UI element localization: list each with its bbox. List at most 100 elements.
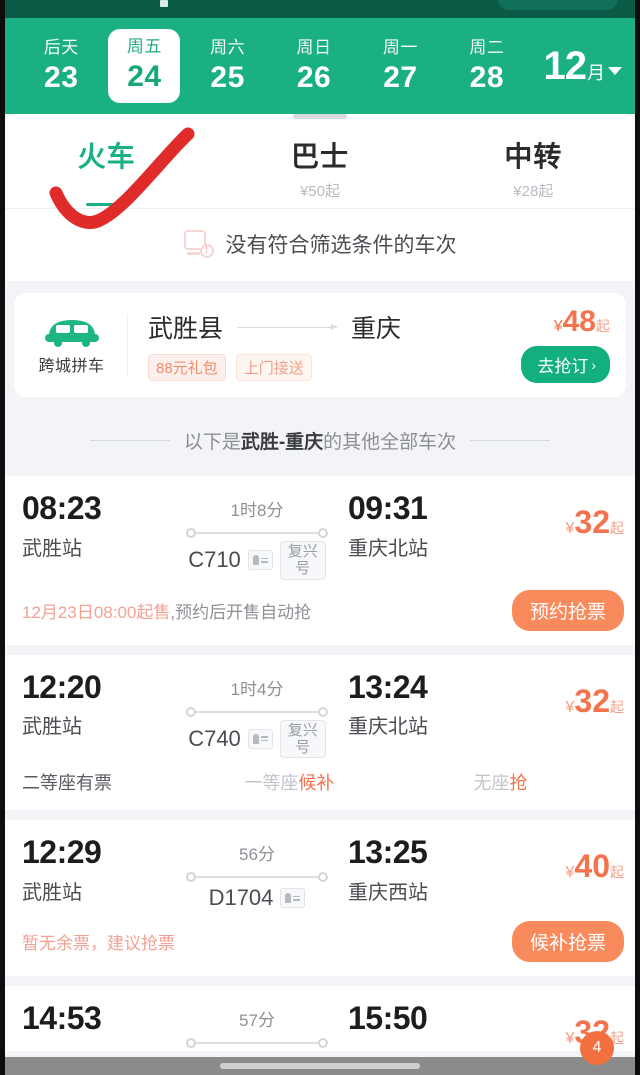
divider-prefix: 以下是 <box>183 432 241 453</box>
system-navigation-bar <box>0 1057 640 1075</box>
price-amount: 48 <box>562 305 596 338</box>
price-amount: 32 <box>574 682 610 719</box>
arrival-station: 重庆西站 <box>348 881 428 904</box>
fuxing-badge: 复兴号 <box>279 541 326 580</box>
train-list: 08:23 武胜站 1时8分 C710 复兴号 09:31 重庆北站 ¥32起 … <box>0 476 640 1051</box>
price-column: ¥40起 <box>492 836 625 882</box>
price-suffix: 起 <box>610 520 624 536</box>
carpool-section: 跨城拼车 武胜县 重庆 88元礼包 上门接送 ¥48起 去抢订 › <box>0 281 640 407</box>
carpool-type-label: 跨城拼车 <box>38 358 105 375</box>
train-row[interactable]: 12:29 武胜站 56分 D1704 13:25 重庆西站 ¥40起 暂无余票… <box>0 820 640 976</box>
date-dow: 周五 <box>126 37 162 56</box>
floating-badge[interactable]: 4 <box>580 1031 614 1065</box>
journey-info: 1时8分 C710 复兴号 <box>172 492 342 580</box>
seat-class-standing: 无座抢 <box>377 769 624 795</box>
train-row[interactable]: 08:23 武胜站 1时8分 C710 复兴号 09:31 重庆北站 ¥32起 … <box>0 476 640 645</box>
date-day: 24 <box>127 60 162 93</box>
date-selector-bar[interactable]: 后天 23 周五 24 周六 25 周日 26 周一 27 周二 28 12 月 <box>0 18 640 114</box>
tab-bus[interactable]: 巴士 ¥50起 <box>213 127 426 208</box>
arrival-station: 重庆北站 <box>348 716 428 739</box>
chevron-down-icon <box>608 66 623 75</box>
arrival-time: 15:50 <box>348 1000 428 1036</box>
route-line-icon <box>186 871 328 883</box>
departure-info: 14:53 <box>22 1000 172 1036</box>
sale-note-highlight: 暂无余票，建议抢票 <box>22 934 175 953</box>
month-number: 12 <box>543 43 587 88</box>
carpool-book-button[interactable]: 去抢订 › <box>521 346 610 383</box>
arrival-info: 15:50 <box>342 1000 492 1036</box>
content-sheet: 火车 巴士 ¥50起 中转 ¥28起 ! 没有符合筛选条件的车次 <box>0 114 640 281</box>
home-indicator[interactable] <box>220 1063 420 1069</box>
date-dow: 周六 <box>210 38 246 57</box>
departure-time: 14:53 <box>22 1000 102 1036</box>
date-dow: 周一 <box>382 38 418 57</box>
seat-icon <box>247 728 273 749</box>
train-row-footer: 暂无余票，建议抢票 候补抢票 <box>22 911 624 976</box>
waitlist-button[interactable]: 候补抢票 <box>511 921 624 962</box>
seat-class-name: 无座 <box>473 773 510 793</box>
row-separator <box>0 644 640 655</box>
carpool-tag-door: 上门接送 <box>235 354 312 381</box>
arrival-info: 09:31 重庆北站 <box>342 490 492 561</box>
screen-edge-left <box>0 0 5 1075</box>
train-row-footer: 12月23日08:00起售,预约后开售自动抢 预约抢票 <box>22 580 624 645</box>
price-suffix: 起 <box>610 698 624 715</box>
carpool-tags: 88元礼包 上门接送 <box>148 354 482 381</box>
carpool-tag-gift: 88元礼包 <box>148 354 226 381</box>
sale-note: 暂无余票，建议抢票 <box>22 929 175 954</box>
departure-station: 武胜站 <box>22 716 82 739</box>
month-selector[interactable]: 12 月 <box>530 44 626 89</box>
carpool-book-label: 去抢订 <box>537 357 589 376</box>
sale-note-rest: ,预约后开售自动抢 <box>170 602 312 622</box>
seat-class-first: 一等座候补 <box>202 769 377 795</box>
row-separator <box>0 810 640 820</box>
divider-text: 以下是武胜-重庆的其他全部车次 <box>184 427 456 454</box>
date-item-1-selected[interactable]: 周五 24 <box>108 29 181 103</box>
date-item-4[interactable]: 周一 27 <box>357 33 443 99</box>
date-item-5[interactable]: 周二 28 <box>444 33 530 99</box>
train-price: ¥32起 <box>492 682 625 719</box>
carpool-card[interactable]: 跨城拼车 武胜县 重庆 88元礼包 上门接送 ¥48起 去抢订 › <box>14 293 626 397</box>
price-suffix: 起 <box>596 318 610 334</box>
departure-info: 12:29 武胜站 <box>22 835 172 905</box>
date-item-2[interactable]: 周六 25 <box>184 33 270 99</box>
train-row[interactable]: 14:53 57分 15:50 ¥32起 <box>0 986 640 1051</box>
date-item-0[interactable]: 后天 23 <box>18 33 104 99</box>
tab-sublabel: ¥50起 <box>299 183 340 200</box>
seat-status: 抢 <box>509 773 528 793</box>
train-price: ¥32起 <box>492 506 625 538</box>
app-root: 后天 23 周五 24 周六 25 周日 26 周一 27 周二 28 12 月 <box>0 0 640 1075</box>
date-day: 26 <box>296 61 332 94</box>
tab-train[interactable]: 火车 <box>0 127 213 208</box>
tab-label: 中转 <box>504 141 563 172</box>
divider-line-left <box>89 440 170 441</box>
tab-label: 火车 <box>77 141 136 172</box>
carpool-from: 武胜县 <box>148 315 224 343</box>
departure-station: 武胜站 <box>22 881 82 904</box>
reserve-button[interactable]: 预约抢票 <box>511 589 624 631</box>
arrival-info: 13:25 重庆西站 <box>342 835 492 905</box>
status-pill <box>498 0 618 10</box>
divider-route: 武胜-重庆 <box>240 432 324 453</box>
carpool-type: 跨城拼车 <box>24 314 128 376</box>
train-number: C710 <box>188 547 241 573</box>
seat-class-name: 一等座 <box>244 773 299 793</box>
train-row[interactable]: 12:20 武胜站 1时4分 C740 复兴号 13:24 重庆北站 ¥32起 … <box>0 654 640 810</box>
arrival-time: 09:31 <box>348 490 428 526</box>
date-day: 28 <box>469 61 505 94</box>
no-result-notice: ! 没有符合筛选条件的车次 <box>0 209 640 281</box>
price-column: ¥32起 <box>492 492 625 538</box>
price-column: ¥32起 <box>492 671 625 719</box>
screen-edge-right <box>635 0 640 1075</box>
list-divider: 以下是武胜-重庆的其他全部车次 <box>0 407 640 476</box>
journey-info: 57分 <box>172 1002 342 1051</box>
arrival-info: 13:24 重庆北站 <box>342 670 492 740</box>
tab-transfer[interactable]: 中转 ¥28起 <box>427 127 640 208</box>
duration-label: 56分 <box>239 845 275 864</box>
price-suffix: 起 <box>610 864 624 880</box>
camera-notch <box>160 0 168 7</box>
currency-symbol: ¥ <box>553 318 563 335</box>
date-item-3[interactable]: 周日 26 <box>271 33 357 99</box>
date-day: 23 <box>44 61 79 94</box>
date-dow: 周日 <box>296 38 332 57</box>
